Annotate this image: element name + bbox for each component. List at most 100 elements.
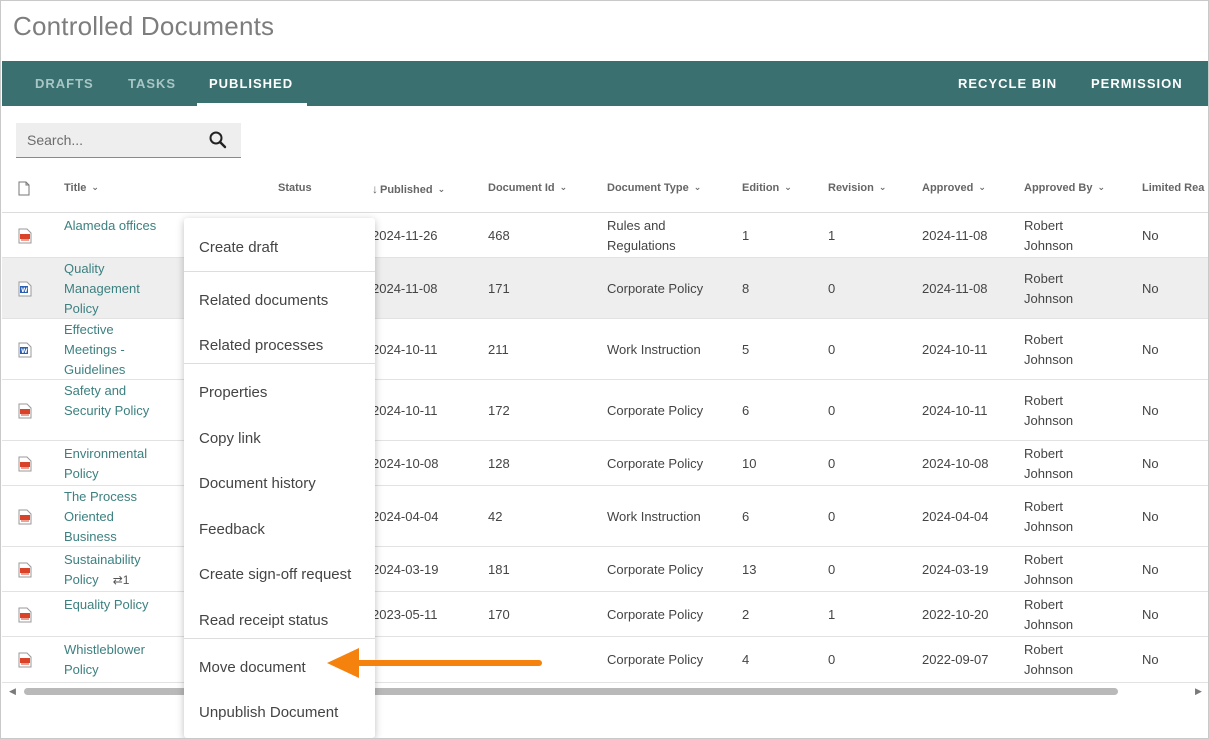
document-id: 128 <box>488 455 510 471</box>
pdf-icon <box>18 607 32 623</box>
edition-value: 2 <box>742 606 750 622</box>
limited-read-value: No <box>1142 227 1159 243</box>
menu-divider <box>184 363 375 364</box>
document-id: 181 <box>488 561 510 577</box>
document-title-link[interactable]: Environmental Policy <box>64 444 159 484</box>
limited-read-value: No <box>1142 652 1159 667</box>
related-documents-item[interactable]: Related documents <box>184 279 375 323</box>
tab-published[interactable]: PUBLISHED <box>196 61 308 106</box>
document-id: 171 <box>488 280 510 296</box>
create-signoff-request-item[interactable]: Create sign-off request <box>184 553 375 597</box>
menu-divider <box>184 638 375 639</box>
published-date: 2024-11-26 <box>372 227 438 243</box>
document-title-link[interactable]: Quality Management Policy <box>64 259 159 319</box>
chevron-down-icon: ⌄ <box>1097 182 1106 192</box>
published-date: 2024-11-08 <box>372 280 438 296</box>
published-date: 2024-03-19 <box>372 561 439 577</box>
col-approved-by[interactable]: Approved By ⌄ <box>1024 182 1105 194</box>
approved-date: 2024-04-04 <box>922 508 989 524</box>
document-history-item[interactable]: Document history <box>184 462 375 506</box>
document-type: Corporate Policy <box>607 606 704 622</box>
edition-value: 1 <box>742 227 750 243</box>
document-id: 211 <box>488 341 509 357</box>
col-document-id[interactable]: Document Id ⌄ <box>488 182 567 194</box>
col-edition[interactable]: Edition ⌄ <box>742 182 792 194</box>
document-title-link[interactable]: Alameda offices <box>64 216 159 236</box>
document-title-link[interactable]: Safety and Security Policy <box>64 381 159 421</box>
pdf-icon <box>18 403 32 419</box>
unpublish-document-item[interactable]: Unpublish Document <box>184 691 375 735</box>
permission-button[interactable]: PERMISSION <box>1091 61 1183 106</box>
revision-value: 0 <box>828 508 836 524</box>
limited-read-value: No <box>1142 280 1159 296</box>
feedback-item[interactable]: Feedback <box>184 508 375 552</box>
approved-date: 2024-10-11 <box>922 341 988 357</box>
read-receipt-status-item[interactable]: Read receipt status <box>184 599 375 643</box>
page-title: Controlled Documents <box>13 11 275 41</box>
approved-by: Robert Johnson <box>1024 498 1074 534</box>
col-approved[interactable]: Approved ⌄ <box>922 182 986 194</box>
edition-value: 13 <box>742 561 757 577</box>
chevron-down-icon: ⌄ <box>437 184 446 194</box>
document-id: 170 <box>488 606 510 622</box>
main-nav: DRAFTS TASKS PUBLISHED RECYCLE BIN PERMI… <box>2 61 1208 106</box>
app-window: Controlled Documents DRAFTS TASKS PUBLIS… <box>0 0 1209 739</box>
approved-date: 2024-11-08 <box>922 227 988 243</box>
create-draft-item[interactable]: Create draft <box>184 226 375 270</box>
limited-read-value: No <box>1142 606 1159 622</box>
pdf-icon <box>18 509 32 525</box>
word-icon: W <box>18 281 32 297</box>
properties-item[interactable]: Properties <box>184 371 375 415</box>
search-box <box>16 123 241 158</box>
limited-read-value: No <box>1142 402 1159 418</box>
col-published[interactable]: ↓ Published ⌄ <box>372 182 445 196</box>
col-limited-read[interactable]: Limited Rea <box>1142 182 1204 194</box>
scroll-left-icon[interactable]: ◀ <box>9 686 16 697</box>
published-date: 2024-04-04 <box>372 508 439 524</box>
edition-value: 10 <box>742 455 757 471</box>
document-id: 468 <box>488 227 510 243</box>
revision-value: 1 <box>828 606 836 622</box>
approved-by: Robert Johnson <box>1024 445 1074 481</box>
document-type: Corporate Policy <box>607 561 704 577</box>
search-input[interactable] <box>16 123 201 157</box>
document-title-link[interactable]: Equality Policy <box>64 595 159 615</box>
revision-value: 0 <box>828 455 836 471</box>
approved-by: Robert Johnson <box>1024 392 1074 428</box>
revision-value: 0 <box>828 652 836 667</box>
word-icon: W <box>18 342 32 358</box>
document-type: Corporate Policy <box>607 455 704 471</box>
approved-by: Robert Johnson <box>1024 642 1074 677</box>
edition-value: 8 <box>742 280 750 296</box>
related-processes-item[interactable]: Related processes <box>184 324 375 368</box>
scroll-right-icon[interactable]: ▶ <box>1195 686 1202 697</box>
links-icon[interactable]: ⇄1 <box>113 573 130 587</box>
approved-by: Robert Johnson <box>1024 596 1074 632</box>
document-title-link[interactable]: Effective Meetings - Guidelines <box>64 320 159 380</box>
document-id: 42 <box>488 508 503 524</box>
document-title-link[interactable]: The Process Oriented Business <box>64 487 159 547</box>
document-id: 172 <box>488 402 510 418</box>
copy-link-item[interactable]: Copy link <box>184 417 375 461</box>
col-status[interactable]: Status <box>278 182 312 194</box>
chevron-down-icon: ⌄ <box>978 182 986 192</box>
revision-value: 0 <box>828 561 836 577</box>
document-type: Rules and Regulations <box>607 217 676 253</box>
menu-divider <box>184 271 375 272</box>
tab-tasks[interactable]: TASKS <box>128 61 176 106</box>
search-icon[interactable] <box>208 130 228 150</box>
document-title-link[interactable]: Whistleblower Policy <box>64 640 159 680</box>
approved-date: 2024-03-19 <box>922 561 989 577</box>
approved-date: 2024-10-08 <box>922 455 989 471</box>
limited-read-value: No <box>1142 341 1159 357</box>
col-title[interactable]: Title ⌄ <box>64 182 99 194</box>
limited-read-value: No <box>1142 561 1159 577</box>
col-document-type[interactable]: Document Type ⌄ <box>607 182 701 194</box>
approved-by: Robert Johnson <box>1024 270 1074 306</box>
document-title-link[interactable]: Sustainability Policy ⇄1 <box>64 550 159 590</box>
tab-drafts[interactable]: DRAFTS <box>35 61 94 106</box>
annotation-arrow-icon <box>327 648 542 678</box>
col-revision[interactable]: Revision ⌄ <box>828 182 886 194</box>
revision-value: 0 <box>828 341 836 357</box>
recycle-bin-button[interactable]: RECYCLE BIN <box>958 61 1057 106</box>
